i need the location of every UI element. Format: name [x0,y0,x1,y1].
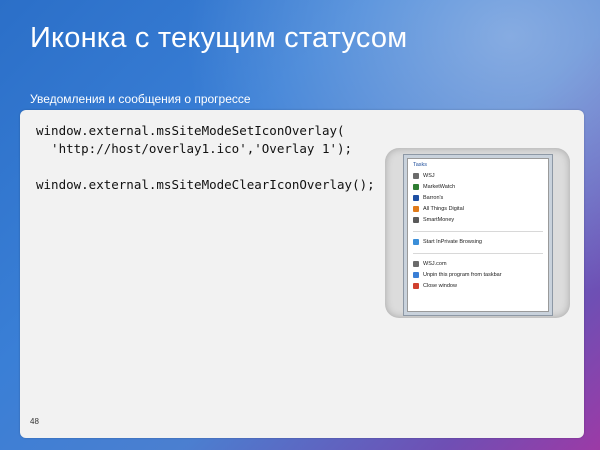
jumplist-task-label: WSJ [423,173,435,179]
marketwatch-icon [413,184,419,190]
jumplist-footer-label: Unpin this program from taskbar [423,272,502,278]
jumplist-task-label: MarketWatch [423,184,456,190]
jumplist-screenshot: Tasks WSJ MarketWatch Barron's All Thing… [385,148,570,318]
jumplist: Tasks WSJ MarketWatch Barron's All Thing… [407,158,549,312]
jumplist-inprivate[interactable]: Start InPrivate Browsing [413,238,482,246]
jumplist-task[interactable]: Barron's [413,194,443,202]
wsj-icon [413,173,419,179]
jumplist-task-label: Barron's [423,195,444,201]
jumplist-footer-label: WSJ.com [423,261,447,267]
jumplist-task[interactable]: All Things Digital [413,205,464,213]
close-window-icon [413,283,419,289]
jumplist-task-label: All Things Digital [423,206,464,212]
page-number: 48 [30,417,39,426]
code-block: window.external.msSiteModeSetIconOverlay… [36,122,375,194]
code-line: window.external.msSiteModeClearIconOverl… [36,177,375,192]
jumplist-footer-item[interactable]: WSJ.com [413,260,447,268]
smartmoney-icon [413,217,419,223]
allthingsdigital-icon [413,206,419,212]
jumplist-task[interactable]: WSJ [413,172,435,180]
wsj-site-icon [413,261,419,267]
jumplist-task-label: SmartMoney [423,217,455,223]
jumplist-inprivate-label: Start InPrivate Browsing [423,239,482,245]
jumplist-footer-label: Close window [423,283,457,289]
barrons-icon [413,195,419,201]
jumplist-task[interactable]: MarketWatch [413,183,455,191]
jumplist-header: Tasks [413,162,428,168]
code-line: 'http://host/overlay1.ico','Overlay 1'); [36,141,353,156]
unpin-icon [413,272,419,278]
inprivate-icon [413,239,419,245]
jumplist-footer-item[interactable]: Unpin this program from taskbar [413,271,502,279]
slide-subtitle: Уведомления и сообщения о прогрессе [30,92,251,106]
jumplist-divider [413,253,543,254]
jumplist-divider [413,231,543,232]
jumplist-task[interactable]: SmartMoney [413,216,454,224]
slide-title: Иконка с текущим статусом [30,22,408,54]
code-line: window.external.msSiteModeSetIconOverlay… [36,123,345,138]
jumplist-footer-item[interactable]: Close window [413,282,457,290]
